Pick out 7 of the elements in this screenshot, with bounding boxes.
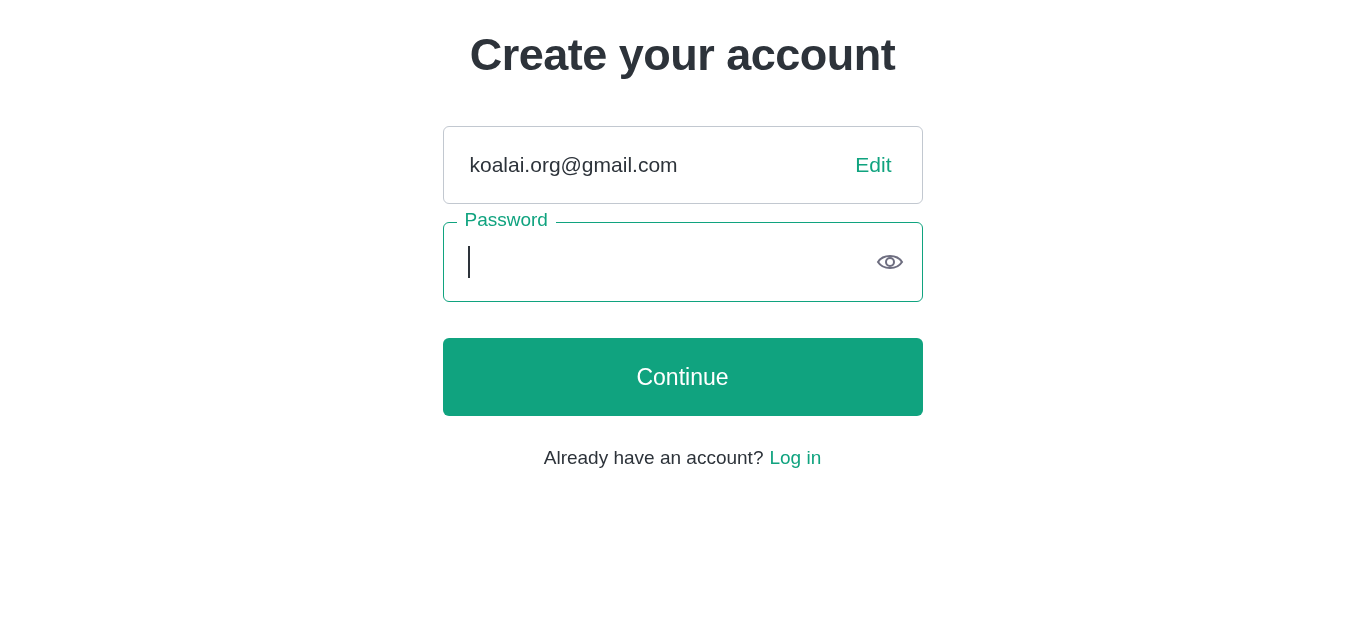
page-title: Create your account <box>468 28 897 82</box>
login-link[interactable]: Log in <box>769 447 822 468</box>
show-password-icon[interactable] <box>875 252 904 272</box>
continue-button[interactable]: Continue <box>442 338 923 416</box>
edit-link[interactable]: Edit <box>855 149 892 181</box>
login-prompt-text: Already have an account? <box>543 447 764 468</box>
email-field[interactable]: koalai.org@gmail.com Edit <box>442 126 923 204</box>
